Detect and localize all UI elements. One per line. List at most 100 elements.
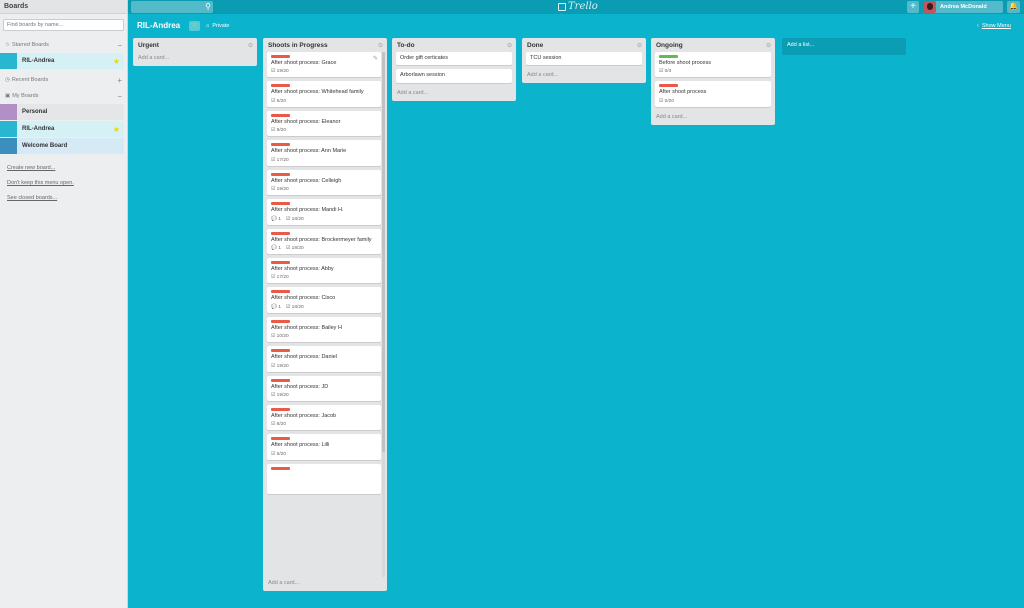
scrollbar-thumb[interactable]	[382, 52, 385, 452]
card[interactable]: Before shoot process ☑ 0/4	[655, 52, 771, 78]
card[interactable]: After shoot process ☑ 0/20	[655, 81, 771, 107]
star-icon[interactable]: ★	[113, 57, 120, 66]
list-menu-icon[interactable]: ⊝	[507, 42, 512, 49]
label-red	[271, 290, 290, 294]
list-title[interactable]: Ongoing	[656, 42, 683, 49]
card[interactable]: After shoot process: Mandi H. 💬 1 ☑ 18/2…	[267, 199, 381, 225]
checkbox-icon: ☑	[286, 245, 291, 251]
see-closed-boards-link[interactable]: See closed boards...	[0, 195, 127, 201]
sidebar-board-ril-andrea-starred[interactable]: RIL-Andrea ★	[0, 53, 124, 69]
card[interactable]: After shoot process: Eleanor ☑ 9/20	[267, 110, 381, 137]
expand-icon[interactable]: +	[117, 76, 122, 85]
card[interactable]: After shoot process: Lilli ☑ 5/20	[267, 434, 381, 460]
add-button[interactable]: +	[907, 1, 919, 13]
card[interactable]: After shoot process: Brockermeyer family…	[267, 228, 381, 254]
list-shoots-in-progress: Shoots in Progress ⊝ ✎ After shoot proce…	[263, 38, 387, 591]
card[interactable]: TCU session	[526, 52, 642, 66]
card[interactable]: After shoot process: Cisco 💬 1 ☑ 18/20	[267, 287, 381, 313]
add-card-button[interactable]: Add a card...	[263, 577, 387, 591]
card[interactable]: Arborlawn session	[396, 69, 512, 83]
checkbox-icon: ☑	[271, 451, 276, 457]
list-menu-icon[interactable]: ⊝	[378, 42, 383, 49]
clock-icon: ◷	[5, 77, 10, 83]
checklist-badge: ☑ 8/20	[271, 422, 286, 428]
trello-logo[interactable]: Trello	[558, 1, 598, 12]
privacy-button[interactable]: ⌂ Private	[206, 23, 229, 29]
checklist-badge: ☑ 19/20	[271, 363, 289, 369]
checkbox-icon: ☑	[271, 98, 276, 104]
list-title[interactable]: Shoots in Progress	[268, 42, 328, 49]
card[interactable]: After shoot process: Whitehead family ☑ …	[267, 81, 381, 107]
label-red	[271, 202, 290, 206]
list-menu-icon[interactable]: ⊝	[766, 42, 771, 49]
recent-boards-section[interactable]: ◷ Recent Boards +	[0, 73, 127, 87]
sidebar-title: Boards	[4, 3, 29, 10]
checkbox-icon: ☑	[271, 334, 276, 340]
board-color-swatch	[0, 121, 17, 137]
card[interactable]: After shoot process: Abby ☑ 17/20	[267, 257, 381, 284]
checklist-badge: ☑ 0/4	[659, 69, 672, 75]
card[interactable]: After shoot process: JD ☑ 19/20	[267, 375, 381, 402]
card[interactable]: ✎ After shoot process: Grace ☑ 19/20	[267, 52, 381, 78]
card[interactable]: After shoot process: Daniel ☑ 19/20	[267, 346, 381, 372]
checklist-badge: ☑ 5/20	[271, 451, 286, 457]
label-red	[271, 437, 290, 441]
comment-icon: 💬	[271, 245, 277, 251]
my-boards-section[interactable]: ▣ My Boards −	[0, 89, 127, 103]
list-menu-icon[interactable]: ⊝	[637, 42, 642, 49]
dont-keep-menu-open-link[interactable]: Don't keep this menu open.	[0, 180, 127, 186]
search-icon[interactable]: ⚲	[205, 2, 211, 12]
collapse-icon[interactable]: −	[117, 92, 122, 101]
star-board-icon[interactable]: ☆	[189, 21, 200, 31]
checklist-badge: ☑ 10/20	[271, 334, 289, 340]
checkbox-icon: ☑	[271, 128, 276, 134]
checkbox-icon: ☑	[659, 69, 664, 75]
star-icon[interactable]: ★	[113, 125, 120, 134]
starred-boards-section[interactable]: ☆ Starred Boards −	[0, 38, 127, 52]
avatar	[924, 1, 936, 13]
show-menu-button[interactable]: ‹ Show Menu	[977, 23, 1011, 29]
add-list-button[interactable]: Add a list...	[782, 38, 906, 55]
checklist-badge: ☑ 18/20	[286, 304, 304, 310]
card[interactable]	[267, 463, 381, 494]
sidebar-board-personal[interactable]: Personal	[0, 104, 124, 120]
add-card-button[interactable]: Add a card...	[522, 69, 646, 83]
sidebar-board-ril-andrea[interactable]: RIL-Andrea ★	[0, 121, 124, 137]
list-title[interactable]: To-do	[397, 42, 415, 49]
label-red	[659, 84, 678, 88]
find-boards-input[interactable]	[3, 19, 124, 31]
bell-icon[interactable]: 🔔	[1007, 1, 1020, 13]
create-new-board-link[interactable]: Create new board...	[0, 165, 127, 171]
edit-pencil-icon[interactable]: ✎	[373, 55, 378, 62]
label-red	[271, 349, 290, 353]
list-menu-icon[interactable]: ⊝	[248, 42, 253, 49]
label-red	[271, 84, 290, 88]
collapse-icon[interactable]: −	[117, 41, 122, 50]
add-card-button[interactable]: Add a card...	[392, 87, 516, 101]
label-red	[271, 172, 290, 176]
checkbox-icon: ☑	[271, 69, 276, 75]
label-red	[271, 143, 290, 147]
label-red	[271, 260, 290, 264]
user-menu-button[interactable]: Andrea McDonald	[924, 1, 1003, 13]
card[interactable]: After shoot process: Bailey H ☑ 10/20	[267, 316, 381, 343]
board-title[interactable]: RIL-Andrea	[137, 21, 180, 30]
card[interactable]: After shoot process: Celleigh ☑ 19/20	[267, 169, 381, 196]
trello-logo-icon	[558, 2, 566, 11]
card[interactable]: After shoot process: Ann Marie ☑ 17/20	[267, 140, 381, 166]
sidebar-board-welcome[interactable]: Welcome Board	[0, 138, 124, 154]
label-red	[271, 408, 290, 412]
card[interactable]: Order gift certicates	[396, 52, 512, 66]
board-color-swatch	[0, 53, 17, 69]
sidebar-header: Boards	[0, 0, 127, 14]
card[interactable]: After shoot process: Jacob ☑ 8/20	[267, 405, 381, 431]
list-title[interactable]: Urgent	[138, 42, 159, 49]
checklist-badge: ☑ 18/20	[286, 216, 304, 222]
board-color-swatch	[0, 104, 17, 120]
label-red	[271, 378, 290, 382]
list-title[interactable]: Done	[527, 42, 543, 49]
add-card-button[interactable]: Add a card...	[651, 111, 775, 125]
checkbox-icon: ☑	[271, 157, 276, 163]
header-search-input[interactable]: ⚲	[131, 1, 213, 13]
add-card-button[interactable]: Add a card...	[133, 52, 257, 66]
